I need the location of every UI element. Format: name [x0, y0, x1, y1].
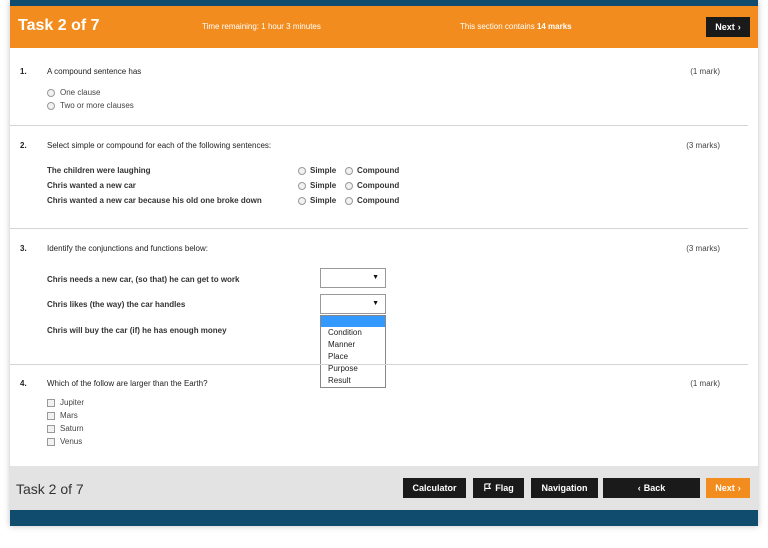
option-label: Two or more clauses	[60, 101, 134, 110]
chevron-left-icon: ‹	[637, 483, 641, 493]
radio-button[interactable]	[47, 101, 55, 110]
q2-sentence-1: The children were laughing	[47, 166, 151, 175]
dropdown-option-place[interactable]: Place	[321, 351, 385, 363]
calculator-button[interactable]: Calculator	[403, 478, 466, 498]
q1-option-two-clauses[interactable]: Two or more clauses	[47, 101, 134, 110]
q2-sentence-3: Chris wanted a new car because his old o…	[47, 196, 262, 205]
q4-option-jupiter[interactable]: Jupiter	[47, 398, 84, 407]
header-next-label: Next	[715, 22, 735, 32]
q4-option-venus[interactable]: Venus	[47, 437, 82, 446]
chevron-right-icon: ›	[737, 483, 741, 493]
back-label: Back	[643, 483, 666, 493]
question-prompt: Select simple or compound for each of th…	[47, 141, 272, 150]
time-remaining: Time remaining: 1 hour 3 minutes	[202, 22, 321, 31]
dropdown-option-condition[interactable]: Condition	[321, 327, 385, 339]
question-marks: (1 mark)	[690, 67, 720, 76]
choice-label: Compound	[357, 166, 400, 175]
q2-sentence-2: Chris wanted a new car	[47, 181, 136, 190]
choice-label: Simple	[310, 181, 337, 190]
q2-row1-simple[interactable]: Simple	[298, 166, 336, 175]
section-info: This section contains 14 marks	[460, 22, 572, 31]
dropdown-option-manner[interactable]: Manner	[321, 339, 385, 351]
bottom-strip	[10, 510, 758, 526]
option-label: Saturn	[60, 424, 84, 433]
q3-sentence-2: Chris likes (the way) the car handles	[47, 300, 186, 309]
choice-label: Simple	[310, 196, 337, 205]
dropdown-option-result[interactable]: Result	[321, 375, 385, 387]
option-label: Jupiter	[60, 398, 85, 407]
question-marks: (3 marks)	[686, 244, 720, 253]
divider	[10, 228, 748, 229]
footer-next-button[interactable]: Next ›	[706, 478, 750, 498]
question-number: 1.	[20, 67, 27, 76]
radio-button[interactable]	[345, 181, 353, 190]
q3-select-2[interactable]: ▼	[320, 294, 386, 314]
flag-icon	[483, 482, 492, 494]
flag-button[interactable]: Flag	[473, 478, 524, 498]
question-marks: (1 mark)	[690, 379, 720, 388]
section-prefix: This section contains	[460, 22, 535, 31]
section-marks: 14 marks	[536, 22, 572, 31]
divider	[10, 125, 748, 126]
caret-down-icon: ▼	[372, 300, 379, 307]
q2-row2-compound[interactable]: Compound	[345, 181, 399, 190]
footer-bar: Task 2 of 7 Calculator Flag Navigation ‹…	[10, 466, 758, 510]
question-prompt: A compound sentence has	[47, 67, 142, 76]
radio-button[interactable]	[345, 196, 353, 205]
choice-label: Compound	[357, 181, 400, 190]
radio-button[interactable]	[298, 181, 306, 190]
question-number: 4.	[20, 379, 27, 388]
header-next-button[interactable]: Next ›	[706, 17, 750, 37]
footer-task-title: Task 2 of 7	[16, 481, 84, 497]
choice-label: Simple	[310, 166, 337, 175]
radio-button[interactable]	[298, 196, 306, 205]
question-marks: (3 marks)	[686, 141, 720, 150]
q3-sentence-3: Chris will buy the car (if) he has enoug…	[47, 326, 227, 335]
q3-select-1[interactable]: ▼	[320, 268, 386, 288]
header-bar: Task 2 of 7 Time remaining: 1 hour 3 min…	[10, 6, 758, 48]
option-label: One clause	[60, 88, 101, 97]
q1-option-one-clause[interactable]: One clause	[47, 88, 100, 97]
task-title: Task 2 of 7	[18, 17, 100, 34]
navigation-label: Navigation	[541, 483, 588, 493]
radio-button[interactable]	[345, 166, 353, 175]
question-number: 2.	[20, 141, 27, 150]
q3-select-2-dropdown[interactable]: Condition Manner Place Purpose Result	[320, 315, 386, 388]
q2-row2-simple[interactable]: Simple	[298, 181, 336, 190]
radio-button[interactable]	[47, 88, 55, 97]
checkbox[interactable]	[47, 411, 55, 420]
exam-window: Task 2 of 7 Time remaining: 1 hour 3 min…	[10, 0, 758, 526]
flag-label: Flag	[495, 483, 514, 493]
checkbox[interactable]	[47, 424, 55, 433]
dropdown-highlight[interactable]	[321, 316, 385, 327]
checkbox[interactable]	[47, 398, 55, 407]
choice-label: Compound	[357, 196, 400, 205]
option-label: Venus	[60, 437, 83, 446]
q3-sentence-1: Chris needs a new car, (so that) he can …	[47, 275, 240, 284]
question-prompt: Identify the conjunctions and functions …	[47, 244, 208, 253]
question-number: 3.	[20, 244, 27, 253]
checkbox[interactable]	[47, 437, 55, 446]
q2-row3-compound[interactable]: Compound	[345, 196, 399, 205]
footer-next-label: Next	[715, 483, 735, 493]
q2-row1-compound[interactable]: Compound	[345, 166, 399, 175]
divider	[10, 364, 748, 365]
radio-button[interactable]	[298, 166, 306, 175]
navigation-button[interactable]: Navigation	[531, 478, 598, 498]
chevron-right-icon: ›	[737, 22, 741, 32]
question-prompt: Which of the follow are larger than the …	[47, 379, 208, 388]
q2-row3-simple[interactable]: Simple	[298, 196, 336, 205]
caret-down-icon: ▼	[372, 274, 379, 281]
q4-option-mars[interactable]: Mars	[47, 411, 78, 420]
q4-option-saturn[interactable]: Saturn	[47, 424, 84, 433]
back-button[interactable]: ‹ Back	[603, 478, 700, 498]
calculator-label: Calculator	[412, 483, 457, 493]
option-label: Mars	[60, 411, 78, 420]
